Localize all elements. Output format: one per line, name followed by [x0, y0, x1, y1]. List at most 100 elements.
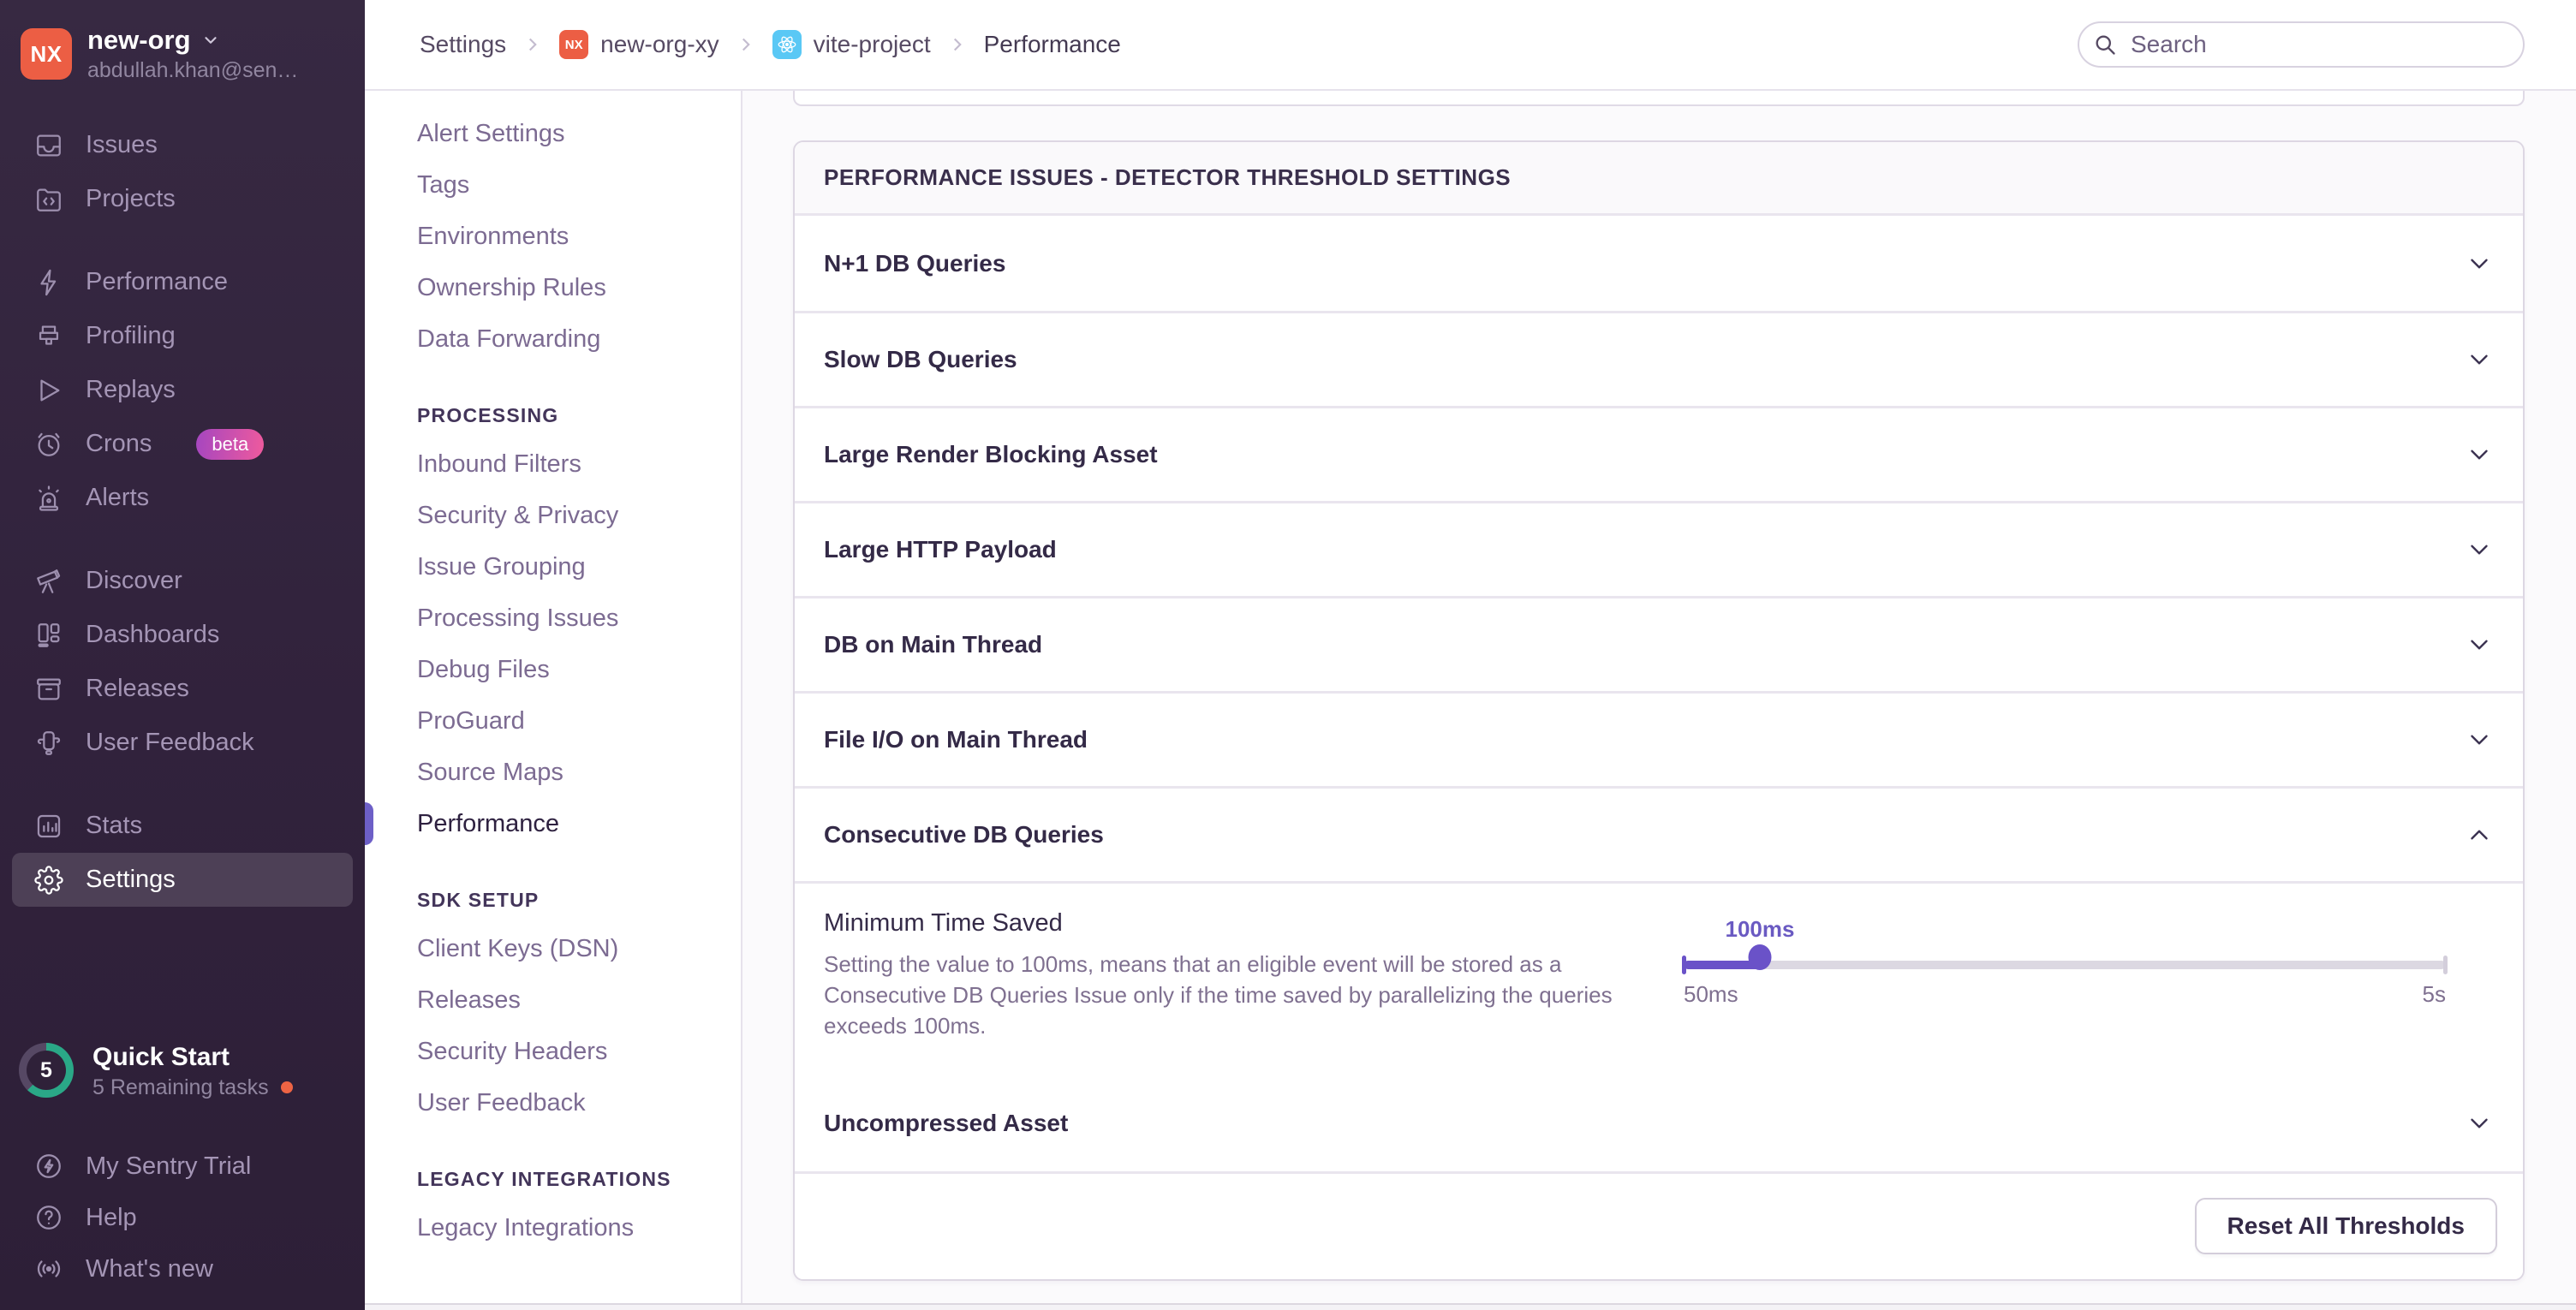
settings-nav-performance[interactable]: Performance: [417, 798, 741, 849]
accordion-row-uncompressed-asset[interactable]: Uncompressed Asset: [795, 1076, 2523, 1171]
sidebar-item-stats[interactable]: Stats: [12, 799, 353, 853]
archive-box-icon: [34, 675, 63, 704]
chevron-right-icon: [735, 33, 757, 56]
quick-start-count: 5: [27, 1051, 66, 1090]
settings-nav-processing-issues[interactable]: Processing Issues: [417, 592, 741, 644]
inbox-icon: [34, 131, 63, 160]
settings-nav-proguard[interactable]: ProGuard: [417, 695, 741, 747]
sidebar-item-replays[interactable]: Replays: [12, 363, 353, 417]
accordion-row-file-io-on-main-thread[interactable]: File I/O on Main Thread: [795, 691, 2523, 786]
sidebar-item-issues[interactable]: Issues: [12, 118, 353, 172]
breadcrumb-settings[interactable]: Settings: [420, 31, 506, 58]
detector-threshold-panel: PERFORMANCE ISSUES - DETECTOR THRESHOLD …: [793, 140, 2525, 1281]
settings-nav-security-privacy[interactable]: Security & Privacy: [417, 490, 741, 541]
sidebar-item-performance[interactable]: Performance: [12, 255, 353, 309]
settings-nav-inbound-filters[interactable]: Inbound Filters: [417, 438, 741, 490]
feedback-icon: [34, 729, 63, 758]
chevron-down-icon[interactable]: [2465, 535, 2494, 564]
accordion-row-large-http-payload[interactable]: Large HTTP Payload: [795, 501, 2523, 596]
chevron-down-icon[interactable]: [2465, 440, 2494, 469]
chevron-down-icon[interactable]: [2465, 725, 2494, 754]
settings-nav-alert-settings[interactable]: Alert Settings: [417, 108, 741, 159]
sidebar-item-dashboards[interactable]: Dashboards: [12, 608, 353, 662]
quick-start-widget[interactable]: 5 Quick Start 5 Remaining tasks: [0, 1040, 365, 1102]
sidebar-item-releases[interactable]: Releases: [12, 662, 353, 716]
sidebar-item-label: My Sentry Trial: [86, 1152, 251, 1181]
telescope-icon: [34, 567, 63, 596]
breadcrumb-current-page: Performance: [984, 31, 1121, 58]
settings-nav-section-processing: PROCESSING: [417, 392, 741, 438]
settings-nav-legacy-integrations[interactable]: Legacy Integrations: [417, 1202, 741, 1253]
settings-nav-ownership-rules[interactable]: Ownership Rules: [417, 262, 741, 313]
settings-nav-debug-files[interactable]: Debug Files: [417, 644, 741, 695]
clock-icon: [34, 430, 63, 459]
settings-nav-data-forwarding[interactable]: Data Forwarding: [417, 313, 741, 365]
slider-track[interactable]: [1684, 961, 2446, 969]
sidebar-item-label: What's new: [86, 1255, 213, 1283]
primary-nav: Issues Projects Performance Profiling Re…: [0, 118, 365, 907]
settings-content: PERFORMANCE ISSUES - DETECTOR THRESHOLD …: [742, 91, 2576, 1310]
chevron-down-icon[interactable]: [2465, 630, 2494, 659]
react-project-icon: [772, 30, 802, 59]
sidebar-item-help[interactable]: Help: [12, 1192, 353, 1243]
sidebar-item-label: Profiling: [86, 322, 176, 350]
sidebar-item-label: Stats: [86, 812, 142, 840]
siren-icon: [34, 484, 63, 513]
search-icon: [2093, 33, 2117, 57]
sidebar-item-whats-new[interactable]: What's new: [12, 1243, 353, 1295]
sidebar-item-profiling[interactable]: Profiling: [12, 309, 353, 363]
accordion-row-db-on-main-thread[interactable]: DB on Main Thread: [795, 596, 2523, 691]
reset-all-thresholds-button[interactable]: Reset All Thresholds: [2195, 1198, 2497, 1254]
org-user-email: abdullah.khan@sen…: [87, 57, 298, 84]
sidebar-item-label: Crons: [86, 430, 152, 458]
chevron-down-icon[interactable]: [2465, 1109, 2494, 1138]
sidebar-item-crons[interactable]: Crons beta: [12, 417, 353, 471]
sidebar-item-projects[interactable]: Projects: [12, 172, 353, 226]
settings-nav-security-headers[interactable]: Security Headers: [417, 1026, 741, 1077]
panel-title: PERFORMANCE ISSUES - DETECTOR THRESHOLD …: [795, 142, 2523, 216]
breadcrumb: Settings NX new-org-xy vite-project Perf…: [420, 30, 1121, 59]
settings-nav-section-sdk-setup: SDK SETUP: [417, 877, 741, 923]
sidebar-item-discover[interactable]: Discover: [12, 554, 353, 608]
chevron-down-icon[interactable]: [2465, 345, 2494, 374]
sidebar-item-settings[interactable]: Settings: [12, 853, 353, 907]
settings-nav-issue-grouping[interactable]: Issue Grouping: [417, 541, 741, 592]
settings-nav-environments[interactable]: Environments: [417, 211, 741, 262]
lightning-circle-icon: [34, 1152, 63, 1181]
settings-nav-tags[interactable]: Tags: [417, 159, 741, 211]
accordion-row-consecutive-db-queries[interactable]: Consecutive DB Queries: [795, 786, 2523, 881]
settings-nav-releases[interactable]: Releases: [417, 974, 741, 1026]
slider-thumb[interactable]: [1749, 944, 1772, 970]
sidebar-item-label: Projects: [86, 185, 176, 213]
chevron-down-icon[interactable]: [2465, 249, 2494, 278]
slider-value-label: 100ms: [1726, 916, 1795, 943]
play-icon: [34, 376, 63, 405]
horizontal-scrollbar-track[interactable]: [365, 1303, 2576, 1310]
settings-nav-client-keys[interactable]: Client Keys (DSN): [417, 923, 741, 974]
quick-start-title: Quick Start: [92, 1040, 293, 1074]
notification-dot: [281, 1081, 293, 1093]
breadcrumb-project[interactable]: vite-project: [772, 30, 931, 59]
stats-icon: [34, 812, 63, 841]
threshold-field-label: Minimum Time Saved: [824, 909, 1646, 938]
sidebar-item-my-sentry-trial[interactable]: My Sentry Trial: [12, 1140, 353, 1192]
org-switcher[interactable]: NX new-org abdullah.khan@sen…: [0, 24, 365, 84]
sidebar-item-user-feedback[interactable]: User Feedback: [12, 716, 353, 770]
accordion-row-slow-db-queries[interactable]: Slow DB Queries: [795, 311, 2523, 406]
settings-nav-source-maps[interactable]: Source Maps: [417, 747, 741, 798]
beta-badge: beta: [196, 429, 264, 460]
chevron-right-icon: [946, 33, 969, 56]
chevron-up-icon[interactable]: [2465, 820, 2494, 849]
main-sidebar: NX new-org abdullah.khan@sen… Issues Pro…: [0, 0, 365, 1310]
settings-nav-section-legacy-integrations: LEGACY INTEGRATIONS: [417, 1156, 741, 1202]
accordion-row-n-plus-one-db-queries[interactable]: N+1 DB Queries: [795, 216, 2523, 311]
breadcrumb-organization[interactable]: NX new-org-xy: [559, 30, 719, 59]
threshold-field-description: Setting the value to 100ms, means that a…: [824, 950, 1646, 1042]
help-icon: [34, 1203, 63, 1232]
search-input[interactable]: [2078, 21, 2525, 68]
settings-nav-user-feedback[interactable]: User Feedback: [417, 1077, 741, 1128]
quick-start-subtitle: 5 Remaining tasks: [92, 1074, 269, 1102]
accordion-row-large-render-blocking-asset[interactable]: Large Render Blocking Asset: [795, 406, 2523, 501]
broadcast-icon: [34, 1254, 63, 1283]
sidebar-item-alerts[interactable]: Alerts: [12, 471, 353, 525]
